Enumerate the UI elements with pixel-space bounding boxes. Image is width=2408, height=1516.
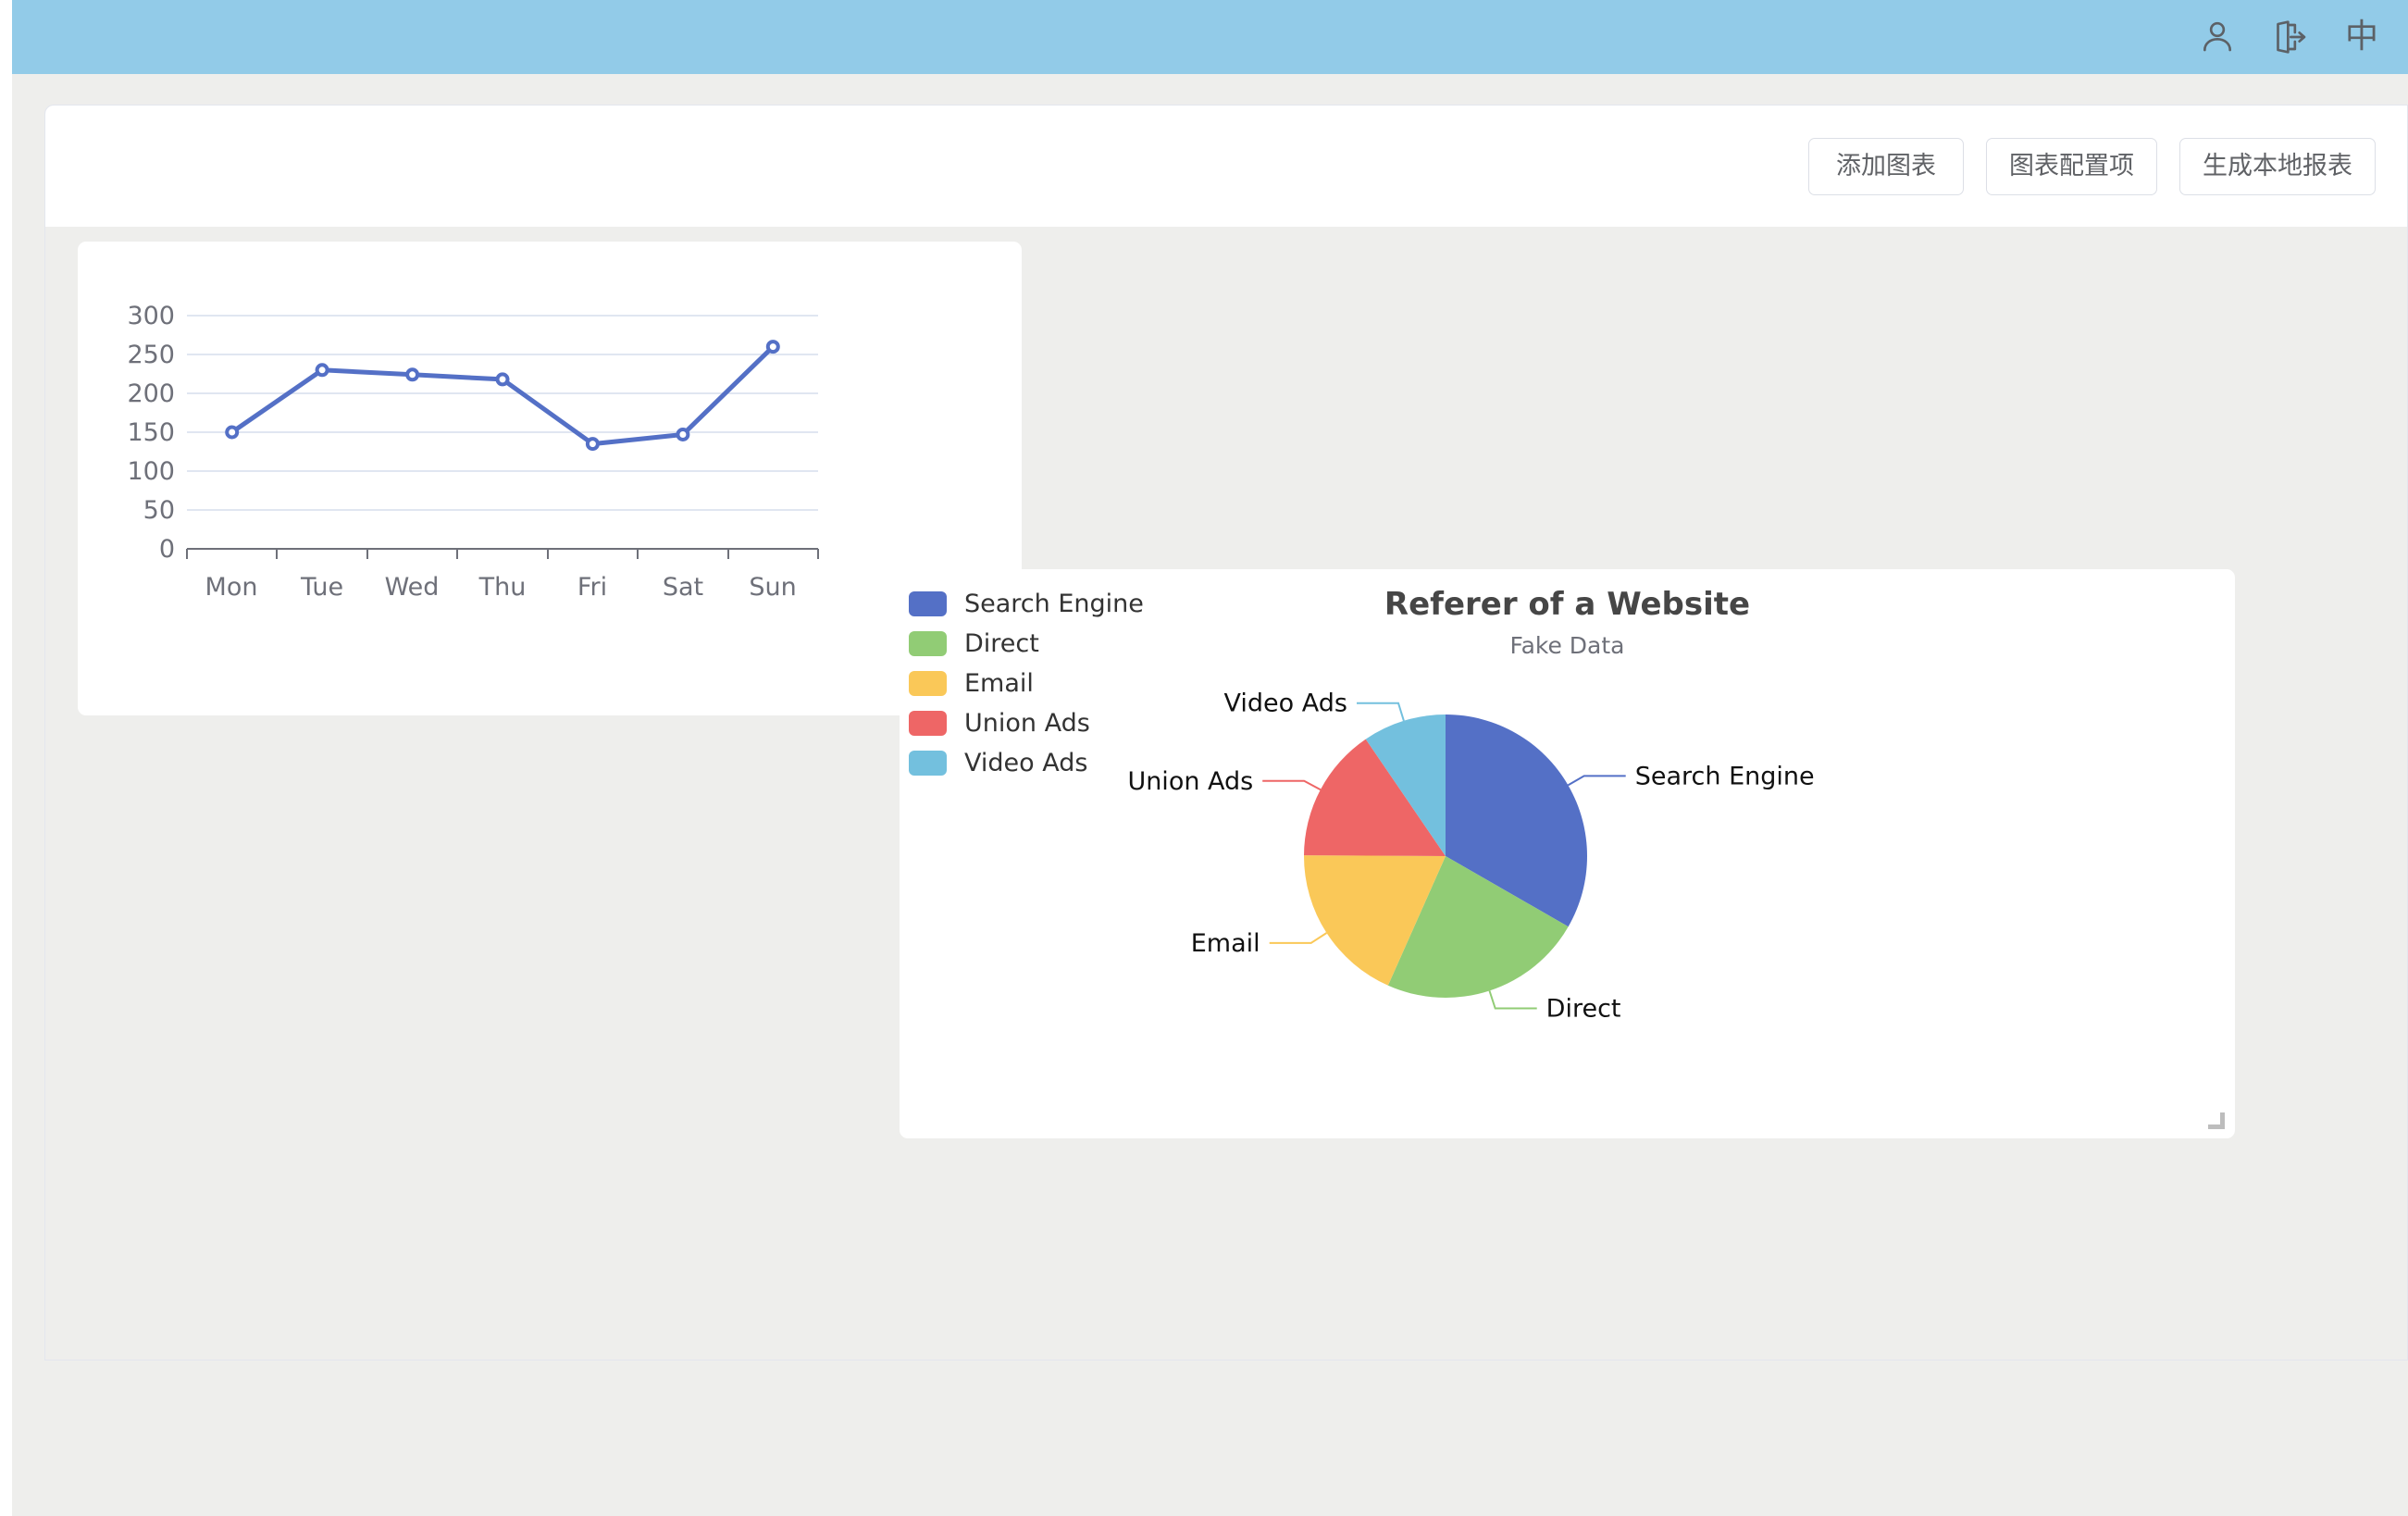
pie-slice-label: Email — [1191, 929, 1260, 958]
header-icon-group: 中 — [2197, 17, 2382, 57]
x-tick-label: Wed — [385, 573, 440, 602]
pie-chart-canvas: Search Engine Direct Email Union Ads Video A… — [1127, 690, 1815, 1024]
pie-label-leader — [1488, 990, 1537, 1010]
pie-label-leader — [1357, 702, 1405, 722]
line-chart-gridlines — [187, 315, 818, 511]
line-chart-series-path — [230, 344, 776, 447]
pie-chart: Referer of a Website Fake Data Search En… — [900, 569, 2235, 1138]
x-tick-label: Tue — [300, 573, 343, 602]
chart-toolbar: 添加图表 图表配置项 生成本地报表 — [45, 106, 2407, 227]
resize-handle[interactable] — [2208, 1112, 2225, 1129]
line-chart-data-point[interactable] — [676, 428, 690, 441]
y-tick-label: 100 — [127, 457, 175, 486]
pie-slices[interactable] — [1303, 715, 1587, 999]
line-chart-data-point[interactable] — [315, 363, 329, 378]
y-tick-label: 250 — [127, 341, 175, 369]
line-chart-data-point[interactable] — [225, 425, 240, 440]
line-chart-data-point[interactable] — [585, 437, 600, 452]
line-chart-data-point[interactable] — [495, 372, 510, 387]
pie-slice-label: Direct — [1546, 994, 1621, 1023]
line-chart-data-point[interactable] — [765, 340, 780, 354]
y-tick-label: 200 — [127, 379, 175, 408]
app-root: 中 添加图表 图表配置项 生成本地报表 300 250 200 150 100 … — [0, 0, 2408, 1516]
y-tick-label: 150 — [127, 418, 175, 447]
x-tick-label: Mon — [205, 573, 258, 602]
line-chart-card[interactable]: 300 250 200 150 100 50 0 Mon Tue Wed Thu… — [78, 242, 1022, 715]
line-chart: 300 250 200 150 100 50 0 Mon Tue Wed Thu… — [78, 242, 1022, 715]
line-chart-canvas: 300 250 200 150 100 50 0 Mon Tue Wed Thu… — [127, 302, 819, 602]
main-panel: 添加图表 图表配置项 生成本地报表 300 250 200 150 100 50… — [44, 105, 2408, 1361]
pie-label-leader — [1262, 779, 1322, 791]
y-tick-label: 50 — [143, 496, 175, 525]
line-chart-x-ticks — [186, 549, 819, 559]
x-tick-label: Sun — [749, 573, 796, 602]
x-tick-label: Sat — [663, 573, 703, 602]
line-chart-x-tick-labels: Mon Tue Wed Thu Fri Sat Sun — [205, 573, 797, 602]
user-icon[interactable] — [2197, 17, 2238, 57]
pie-label-leader — [1269, 932, 1328, 944]
chart-grid: 300 250 200 150 100 50 0 Mon Tue Wed Thu… — [45, 227, 2407, 1360]
line-chart-data-point[interactable] — [405, 367, 420, 382]
pie-label-leader — [1567, 775, 1626, 787]
language-icon[interactable]: 中 — [2341, 17, 2382, 57]
x-tick-label: Fri — [577, 573, 607, 602]
app-header: 中 — [12, 0, 2408, 74]
generate-local-report-button[interactable]: 生成本地报表 — [2179, 137, 2376, 195]
chart-config-button[interactable]: 图表配置项 — [1986, 137, 2157, 195]
line-chart-y-tick-labels: 300 250 200 150 100 50 0 — [127, 302, 175, 564]
add-chart-button[interactable]: 添加图表 — [1808, 137, 1964, 195]
pie-chart-card[interactable]: Referer of a Website Fake Data Search En… — [900, 569, 2235, 1138]
pie-slice-label: Union Ads — [1127, 767, 1253, 796]
language-icon-label: 中 — [2344, 18, 2378, 56]
logout-icon[interactable] — [2269, 17, 2310, 57]
pie-slice-label: Video Ads — [1224, 690, 1347, 718]
y-tick-label: 0 — [159, 535, 175, 564]
y-tick-label: 300 — [127, 302, 175, 330]
x-tick-label: Thu — [478, 573, 527, 602]
pie-slice-label: Search Engine — [1635, 762, 1815, 790]
toolbar-button-group: 添加图表 图表配置项 生成本地报表 — [1808, 137, 2376, 195]
